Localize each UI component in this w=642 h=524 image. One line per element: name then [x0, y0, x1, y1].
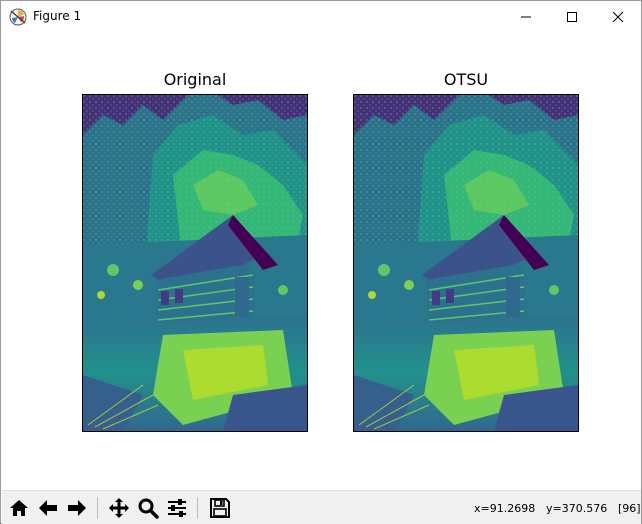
arrow-right-icon [68, 500, 86, 516]
sliders-icon [168, 499, 186, 517]
navigation-toolbar: x=91.2698 y=370.576 [96] [2, 490, 641, 524]
image-axes-otsu[interactable] [353, 94, 579, 432]
maximize-button[interactable] [549, 1, 595, 32]
save-button[interactable] [207, 495, 233, 521]
move-icon [109, 498, 129, 518]
maximize-icon [567, 11, 577, 22]
minimize-button[interactable] [503, 1, 549, 32]
back-button[interactable] [35, 495, 61, 521]
zoom-button[interactable] [135, 495, 161, 521]
toolbar-separator [197, 497, 198, 519]
subplots-button[interactable] [164, 495, 190, 521]
matplotlib-logo-icon [9, 8, 27, 26]
figure-window: Figure 1 Original OTSU x=91.2698 y=370.5… [0, 0, 642, 524]
status-pixel-value: [96] [618, 502, 641, 515]
close-icon [612, 11, 624, 22]
status-x-coordinate: x=91.2698 [474, 502, 536, 515]
image-original [83, 95, 307, 431]
toolbar-separator [97, 497, 98, 519]
image-otsu [354, 95, 578, 431]
forward-button[interactable] [64, 495, 90, 521]
home-icon [10, 500, 28, 516]
figure-canvas[interactable]: Original OTSU [2, 32, 641, 490]
pan-button[interactable] [106, 495, 132, 521]
image-axes-original[interactable] [82, 94, 308, 432]
close-button[interactable] [595, 1, 641, 32]
magnifier-icon [138, 498, 159, 519]
title-bar: Figure 1 [1, 1, 641, 32]
arrow-left-icon [39, 500, 57, 516]
status-y-coordinate: y=370.576 [546, 502, 608, 515]
panel-title-original: Original [163, 70, 227, 89]
panel-title-otsu: OTSU [443, 70, 489, 89]
home-button[interactable] [6, 495, 32, 521]
floppy-disk-icon [210, 498, 230, 518]
window-title: Figure 1 [33, 9, 82, 23]
minimize-icon [521, 16, 531, 17]
